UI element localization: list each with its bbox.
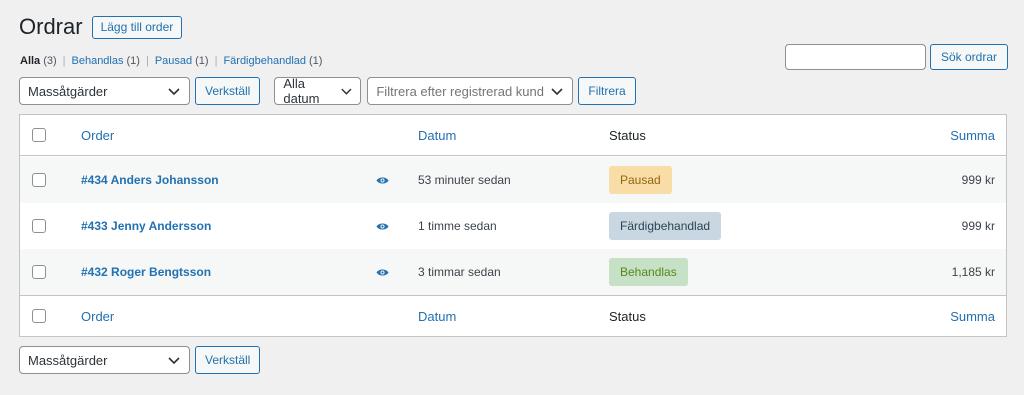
order-total: 1,185 kr	[951, 265, 995, 279]
bulk-apply-button-bottom[interactable]: Verkställ	[195, 346, 261, 374]
order-link[interactable]: #432 Roger Bengtsson	[81, 265, 211, 279]
add-order-button[interactable]: Lägg till order	[91, 15, 183, 39]
eye-icon[interactable]	[376, 176, 389, 185]
view-processing[interactable]: Behandlas	[72, 55, 124, 67]
status-filter-views: Alla (3) | Behandlas (1) | Pausad (1) | Fär…	[20, 55, 322, 67]
status-cell: Behandlas	[609, 258, 688, 286]
search-input[interactable]	[784, 44, 926, 70]
status-cell: Pausad	[609, 166, 672, 194]
table-row[interactable]: #433 Jenny Andersson 1 timme sedan Färdi…	[20, 203, 1006, 249]
view-completed[interactable]: Färdigbehandlad	[223, 55, 306, 67]
status-badge: Behandlas	[609, 258, 688, 286]
tablenav-bottom: Massåtgärder Verkställ	[19, 346, 261, 374]
chevron-down-icon	[551, 88, 563, 96]
table-row[interactable]: #434 Anders Johansson 53 minuter sedan P…	[20, 157, 1006, 203]
status-badge: Färdigbehandlad	[609, 212, 722, 240]
separator: |	[145, 55, 149, 67]
column-header-status: Status	[609, 127, 646, 143]
customer-filter-select[interactable]: Filtrera efter registrerad kund	[367, 77, 574, 105]
table-header-row: Order Datum Status Summa	[20, 115, 1006, 156]
column-header-order[interactable]: Order	[81, 128, 114, 143]
orders-table: Order Datum Status Summa #434 Anders Joh…	[19, 114, 1007, 337]
search-orders-button[interactable]: Sök ordrar	[929, 44, 1008, 70]
page-title: Ordrar	[19, 14, 83, 39]
view-on-hold[interactable]: Pausad	[155, 55, 192, 67]
view-on-hold-count: (1)	[195, 55, 209, 67]
column-footer-status: Status	[609, 308, 646, 324]
bulk-apply-button[interactable]: Verkställ	[195, 77, 261, 105]
order-total: 999 kr	[961, 173, 995, 187]
bulk-actions-label: Massåtgärder	[28, 352, 108, 368]
status-badge: Pausad	[609, 166, 672, 194]
eye-icon[interactable]	[376, 222, 389, 231]
separator: |	[62, 55, 66, 67]
separator: |	[214, 55, 218, 67]
select-all-checkbox[interactable]	[32, 309, 46, 323]
chevron-down-icon	[168, 88, 180, 96]
view-processing-count: (1)	[126, 55, 140, 67]
filter-button[interactable]: Filtrera	[578, 77, 636, 105]
order-link[interactable]: #433 Jenny Andersson	[81, 219, 211, 233]
view-all[interactable]: Alla	[20, 55, 40, 67]
order-date: 1 timme sedan	[418, 219, 497, 233]
status-cell: Färdigbehandlad	[609, 212, 722, 240]
table-row[interactable]: #432 Roger Bengtsson 3 timmar sedan Beha…	[20, 249, 1006, 295]
order-link[interactable]: #434 Anders Johansson	[81, 173, 219, 187]
chevron-down-icon	[340, 88, 352, 95]
order-date: 53 minuter sedan	[418, 173, 511, 187]
order-date: 3 timmar sedan	[418, 265, 501, 279]
view-completed-count: (1)	[309, 55, 323, 67]
eye-icon[interactable]	[376, 268, 389, 277]
date-filter-select[interactable]: Alla datum	[274, 76, 362, 106]
column-footer-order[interactable]: Order	[81, 309, 114, 324]
search-box: Sök ordrar	[784, 44, 1008, 70]
column-footer-total[interactable]: Summa	[950, 309, 995, 324]
column-header-total[interactable]: Summa	[950, 128, 995, 143]
row-checkbox[interactable]	[32, 219, 46, 233]
customer-filter-placeholder: Filtrera efter registrerad kund	[376, 83, 544, 99]
tablenav-top: Massåtgärder Verkställ Alla datum Filtre…	[19, 76, 636, 106]
row-checkbox[interactable]	[32, 265, 46, 279]
select-all-checkbox[interactable]	[32, 128, 46, 142]
page-header: Ordrar Lägg till order	[19, 14, 183, 40]
bulk-actions-select[interactable]: Massåtgärder	[19, 77, 190, 105]
table-footer-row: Order Datum Status Summa	[20, 295, 1006, 336]
column-header-date[interactable]: Datum	[418, 128, 456, 143]
bulk-actions-label: Massåtgärder	[28, 83, 108, 99]
view-all-count: (3)	[43, 55, 57, 67]
bulk-actions-select-bottom[interactable]: Massåtgärder	[19, 346, 190, 374]
date-filter-label: Alla datum	[283, 76, 320, 106]
chevron-down-icon	[168, 357, 180, 365]
row-checkbox[interactable]	[32, 173, 46, 187]
order-total: 999 kr	[961, 219, 995, 233]
column-footer-date[interactable]: Datum	[418, 309, 456, 324]
